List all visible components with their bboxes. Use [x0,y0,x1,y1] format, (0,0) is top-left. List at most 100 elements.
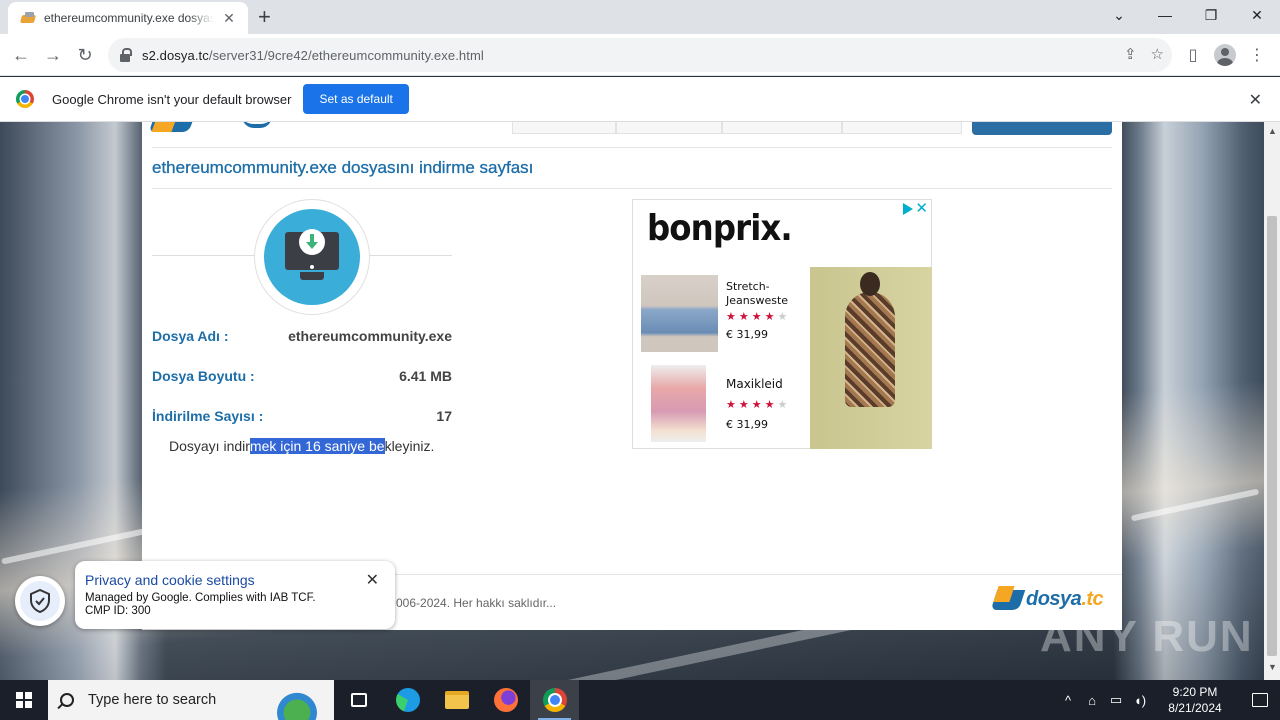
header-logo-text-fragment [242,122,272,128]
scroll-down-arrow-icon[interactable]: ▼ [1268,662,1277,672]
header-nav-item[interactable] [512,122,616,134]
infobar-message: Google Chrome isn't your default browser [52,91,292,107]
file-size-row: Dosya Boyutu : 6.41 MB [152,368,452,384]
ad-product-rating: ★★★★★ [726,399,791,411]
task-view-icon [350,693,367,707]
countdown-message: Dosyayı indirmek için 16 saniye bekleyin… [169,438,434,454]
back-icon[interactable]: ← [8,42,34,68]
folder-icon [444,691,469,709]
forward-icon[interactable]: → [40,42,66,68]
edge-taskbar-button[interactable] [383,680,432,720]
search-icon [60,693,74,707]
wallpaper-streak [1130,488,1260,522]
scroll-thumb[interactable] [1267,216,1277,656]
header-nav-item[interactable] [722,122,842,134]
reload-icon[interactable]: ↻ [72,42,98,68]
advertisement[interactable]: ✕ bonprix. Stretch-Jeansweste ★★★★★ € 31… [632,199,932,449]
page-title: ethereumcommunity.exe dosyasını indirme … [152,158,534,177]
default-browser-infobar: Google Chrome isn't your default browser… [0,77,1280,122]
ad-close-icon[interactable]: ✕ [915,199,928,217]
ad-choices-icon[interactable] [903,203,913,215]
system-tray: ^ ⌂ ▭ ◖) 9:20 PM 8/21/2024 [1056,680,1280,720]
url-text[interactable]: s2.dosya.tc/server31/9cre42/ethereumcomm… [142,48,484,63]
start-button[interactable] [0,680,48,720]
page-scrollbar[interactable]: ▲ ▼ [1264,122,1280,680]
lock-icon[interactable] [120,48,132,62]
set-as-default-button[interactable]: Set as default [303,84,409,114]
file-name-value: ethereumcommunity.exe [288,328,452,344]
privacy-settings-button[interactable] [15,576,65,626]
device-icon[interactable]: ⌂ [1080,693,1104,708]
divider [152,147,1112,148]
minimize-button[interactable]: — [1142,0,1188,30]
notification-icon [1252,693,1268,707]
volume-icon[interactable]: ◖) [1128,693,1152,708]
edge-icon [395,688,420,712]
file-size-label: Dosya Boyutu : [152,368,255,384]
firefox-icon [493,688,518,712]
notification-center-button[interactable] [1240,680,1280,720]
show-hidden-icons-chevron-icon[interactable]: ^ [1056,693,1080,708]
taskbar-clock[interactable]: 9:20 PM 8/21/2024 [1160,684,1230,716]
header-nav-item[interactable] [616,122,722,134]
file-size-value: 6.41 MB [399,368,452,384]
ad-product-price: € 31,99 [726,418,768,431]
download-count-row: İndirilme Sayısı : 17 [152,408,452,424]
profile-button[interactable] [1212,42,1238,68]
countdown-text-end: kleyiniz. [384,438,435,454]
chrome-logo-icon [16,90,34,108]
privacy-popup: Privacy and cookie settings Managed by G… [75,561,395,629]
bookmark-star-icon[interactable]: ☆ [1151,45,1164,63]
header-nav-item[interactable] [842,122,962,134]
restore-button[interactable]: ❐ [1188,0,1234,30]
wallpaper-streak [1,525,159,565]
countdown-text-selected: mek için 16 saniye be [249,438,385,454]
privacy-close-icon[interactable]: ✕ [366,570,379,590]
tab-search-icon[interactable]: ⌄ [1096,0,1142,30]
avatar-icon [1214,44,1236,66]
file-name-row: Dosya Adı : ethereumcommunity.exe [152,328,452,344]
privacy-description: Managed by Google. Complies with IAB TCF… [85,592,316,604]
ad-product-image[interactable] [651,365,706,442]
infobar-close-icon[interactable]: ✕ [1249,90,1262,110]
site-favicon-icon [20,10,36,26]
tab-bar: ethereumcommunity.exe dosyası ✕ + ⌄ — ❐ … [0,0,1280,34]
footer-logo-main: dosya [1026,588,1082,610]
monitor-dot [310,265,314,269]
browser-toolbar: ← → ↻ s2.dosya.tc/server31/9cre42/ethere… [0,34,1280,76]
ad-product-name[interactable]: Stretch-Jeansweste [726,280,806,308]
shield-check-icon [20,581,60,621]
chrome-icon [542,688,567,712]
share-icon[interactable]: ⇪ [1124,45,1137,63]
footer-logo-tld: .tc [1081,588,1104,610]
privacy-title[interactable]: Privacy and cookie settings [85,572,385,588]
download-arrow-icon [306,234,318,250]
ad-brand-logo[interactable]: bonprix. [647,208,793,249]
search-placeholder: Type here to search [88,692,217,708]
scroll-up-arrow-icon[interactable]: ▲ [1268,126,1277,136]
divider [152,188,1112,189]
address-bar[interactable]: s2.dosya.tc/server31/9cre42/ethereumcomm… [108,38,1172,72]
file-name-label: Dosya Adı : [152,328,229,344]
file-explorer-taskbar-button[interactable] [432,680,481,720]
header-upload-button[interactable] [972,122,1112,135]
ad-model-photo[interactable] [810,267,932,449]
taskbar-search[interactable]: Type here to search [48,680,334,720]
clock-date: 8/21/2024 [1168,701,1222,715]
browser-tab[interactable]: ethereumcommunity.exe dosyası ✕ [8,2,248,34]
chrome-taskbar-button[interactable] [530,680,579,720]
ad-product-name[interactable]: Maxikleid [726,377,783,391]
search-highlight-icon [264,684,330,720]
close-window-button[interactable]: ✕ [1234,0,1280,30]
windows-logo-icon [16,692,32,708]
task-view-button[interactable] [334,680,383,720]
download-count-value: 17 [436,408,452,424]
tab-close-icon[interactable]: ✕ [220,10,238,27]
menu-kebab-icon[interactable]: ⋮ [1244,42,1270,68]
side-panel-icon[interactable]: ▯ [1180,42,1206,68]
ad-product-image[interactable] [641,275,718,352]
new-tab-button[interactable]: + [258,6,271,28]
firefox-taskbar-button[interactable] [481,680,530,720]
ad-product-price: € 31,99 [726,328,768,341]
network-icon[interactable]: ▭ [1104,692,1128,708]
